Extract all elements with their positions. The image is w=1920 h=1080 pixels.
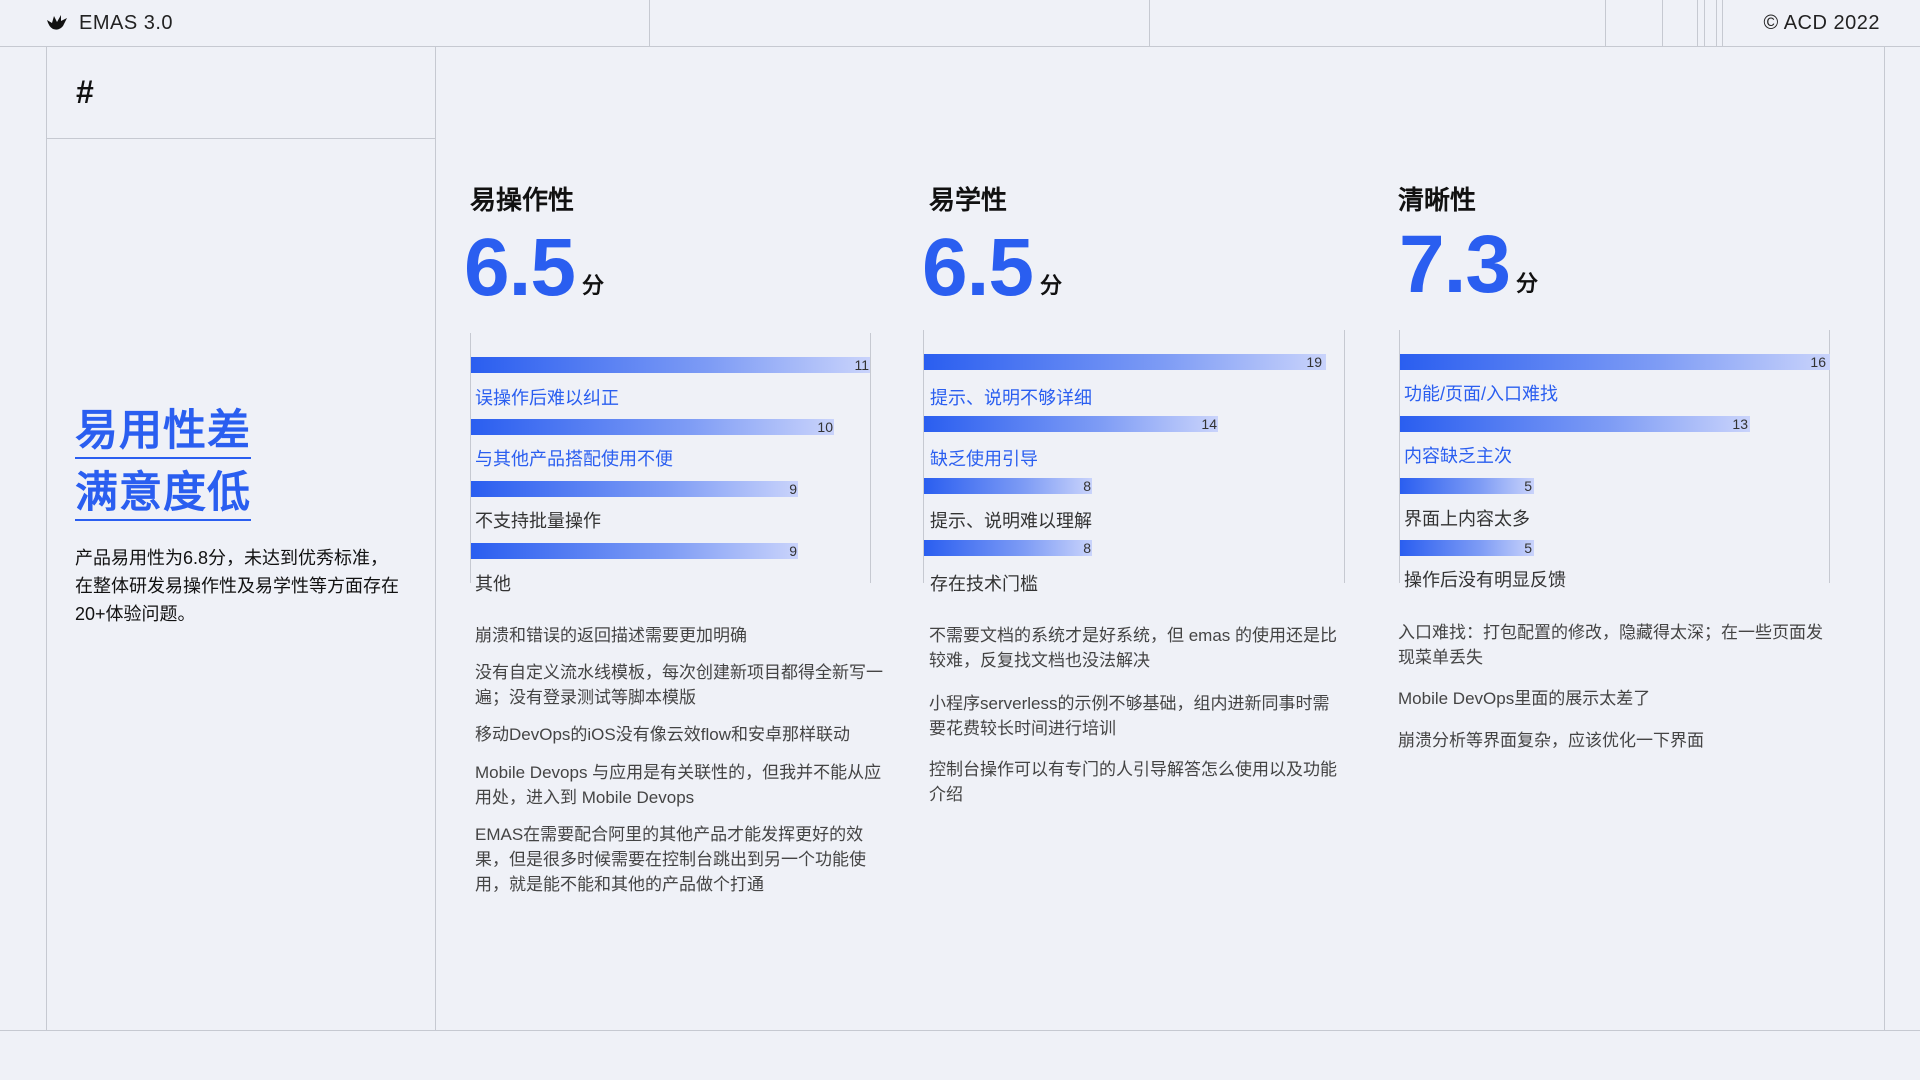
sidebar-divider: [435, 46, 436, 1030]
bar-label: 缺乏使用引导: [930, 449, 1038, 469]
metric-title: 易学性: [929, 185, 1008, 215]
header-tick-4: [1662, 0, 1663, 46]
bar: [924, 354, 1326, 370]
bar-value: 13: [1732, 416, 1748, 432]
bar-value: 10: [817, 419, 833, 435]
header-tick-8: [1722, 0, 1723, 46]
bar-label: 与其他产品搭配使用不便: [475, 449, 673, 469]
headline-line-1: 易用性差: [75, 410, 251, 459]
bar-label: 其他: [475, 574, 511, 594]
left-rule: [46, 46, 47, 1030]
bar-label: 不支持批量操作: [475, 511, 601, 531]
comment: 移动DevOps的iOS没有像云效flow和安卓那样联动: [475, 725, 850, 744]
bar-value: 11: [854, 357, 869, 373]
bar: [1400, 416, 1750, 432]
bar-value: 9: [789, 481, 797, 497]
metric-title: 清晰性: [1398, 185, 1477, 215]
bar-label: 存在技术门槛: [930, 574, 1038, 594]
copyright: © ACD 2022: [1763, 12, 1880, 34]
bar: [471, 357, 870, 373]
bar-value: 8: [1083, 478, 1091, 494]
header-tick-5: [1697, 0, 1698, 46]
bar-label: 操作后没有明显反馈: [1404, 570, 1566, 590]
bar-value: 16: [1810, 354, 1826, 370]
chart-axis-right: [1344, 330, 1345, 583]
comment: 没有自定义流水线模板，每次创建新项目都得全新写一遍；没有登录测试等脚本模版: [475, 663, 883, 707]
header-tick-7: [1716, 0, 1717, 46]
comment: 崩溃和错误的返回描述需要更加明确: [475, 626, 747, 645]
metric-score: 6.5: [922, 222, 1034, 313]
metric-title: 易操作性: [470, 185, 575, 215]
comment: EMAS在需要配合阿里的其他产品才能发挥更好的效果，但是很多时候需要在控制台跳出…: [475, 825, 866, 894]
bar-value: 9: [789, 543, 797, 559]
brand-logo-icon: [47, 15, 67, 30]
header-tick-3: [1605, 0, 1606, 46]
metric-score: 7.3: [1399, 219, 1511, 310]
bar: [471, 419, 834, 435]
bar: [471, 543, 798, 559]
bottom-rule: [0, 1030, 1920, 1031]
right-rule: [1884, 46, 1885, 1030]
sidebar-hash-rule: [46, 138, 436, 139]
summary-text: 产品易用性为6.8分，未达到优秀标准，在整体研发易操作性及易学性等方面存在20+…: [75, 548, 399, 624]
bar: [924, 416, 1218, 432]
comment: 崩溃分析等界面复杂，应该优化一下界面: [1398, 731, 1704, 750]
comment: 小程序serverless的示例不够基础，组内进新同事时需要花费较长时间进行培训: [929, 694, 1330, 738]
metric-unit: 分: [1040, 273, 1063, 298]
comment: 控制台操作可以有专门的人引导解答怎么使用以及功能介绍: [929, 760, 1337, 804]
metric-unit: 分: [1516, 271, 1539, 296]
bar-value: 5: [1524, 478, 1532, 494]
header-tick-1: [649, 0, 650, 46]
bar: [471, 481, 798, 497]
metric-score: 6.5: [464, 222, 576, 313]
bar-label: 界面上内容太多: [1404, 509, 1530, 529]
bar: [1400, 354, 1830, 370]
comment: Mobile DevOps里面的展示太差了: [1398, 689, 1651, 708]
headline-line-2: 满意度低: [75, 472, 251, 521]
bar-label: 误操作后难以纠正: [475, 388, 619, 408]
bar-label: 提示、说明不够详细: [930, 388, 1092, 408]
metric-unit: 分: [582, 273, 605, 298]
bar-label: 功能/页面/入口难找: [1404, 384, 1559, 404]
section-hash: #: [76, 74, 94, 110]
comment: 入口难找：打包配置的修改，隐藏得太深；在一些页面发现菜单丢失: [1398, 623, 1823, 667]
bar-label: 内容缺乏主次: [1404, 446, 1512, 466]
chart-axis-right: [870, 333, 871, 583]
bar-value: 8: [1083, 540, 1091, 556]
header-tick-6: [1704, 0, 1705, 46]
bar-value: 14: [1201, 416, 1217, 432]
bar-value: 5: [1524, 540, 1532, 556]
header-tick-2: [1149, 0, 1150, 46]
comment: 不需要文档的系统才是好系统，但 emas 的使用还是比较难，反复找文档也没法解决: [929, 626, 1338, 670]
top-rule: [0, 46, 1920, 47]
brand-title: EMAS 3.0: [79, 12, 174, 34]
bar-value: 19: [1306, 354, 1322, 370]
bar-label: 提示、说明难以理解: [930, 511, 1092, 531]
comment: Mobile Devops 与应用是有关联性的，但我并不能从应用处，进入到 Mo…: [475, 763, 882, 807]
